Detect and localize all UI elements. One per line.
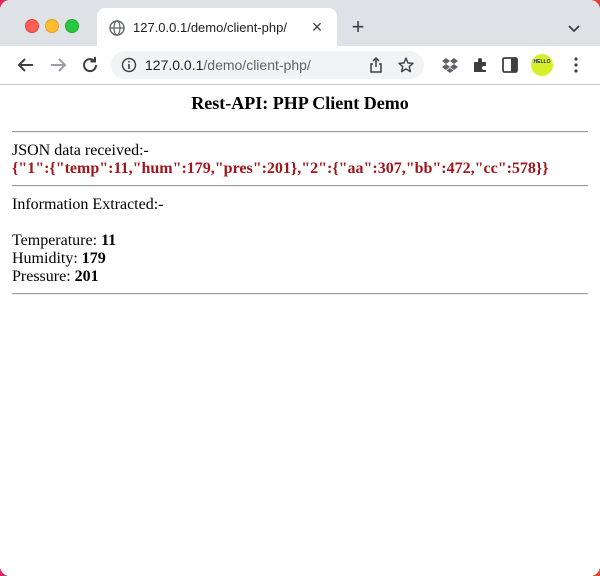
avatar-label: HELLO <box>533 59 551 65</box>
humidity-value: 179 <box>81 250 106 267</box>
tab-strip: 127.0.0.1/demo/client-php/ × + <box>0 0 600 46</box>
page-title: Rest-API: PHP Client Demo <box>191 93 409 113</box>
close-window-button[interactable] <box>25 19 39 33</box>
url-text[interactable]: 127.0.0.1/demo/client-php/ <box>145 57 311 73</box>
divider <box>12 131 588 133</box>
json-label: JSON data received:- <box>12 142 149 159</box>
dropbox-icon[interactable] <box>439 54 461 76</box>
tab-active[interactable]: 127.0.0.1/demo/client-php/ × <box>97 8 337 46</box>
more-menu-icon[interactable] <box>565 54 587 76</box>
back-arrow-icon[interactable] <box>15 54 37 76</box>
tab-title: 127.0.0.1/demo/client-php/ <box>133 20 287 35</box>
temperature-row: Temperature: 11 <box>12 232 116 250</box>
humidity-row: Humidity: 179 <box>12 250 106 268</box>
address-bar[interactable]: 127.0.0.1/demo/client-php/ <box>111 51 424 79</box>
share-icon[interactable] <box>367 56 385 74</box>
browser-window: 127.0.0.1/demo/client-php/ × + 127.0.0.1… <box>0 0 600 576</box>
divider <box>12 185 588 187</box>
browser-toolbar: 127.0.0.1/demo/client-php/ HELLO <box>0 46 600 85</box>
temperature-value: 11 <box>101 232 117 249</box>
humidity-label: Humidity: <box>12 250 82 267</box>
bookmark-star-icon[interactable] <box>397 56 415 74</box>
forward-arrow-icon[interactable] <box>47 54 69 76</box>
pressure-label: Pressure: <box>12 268 75 285</box>
maximize-window-button[interactable] <box>65 19 79 33</box>
new-tab-button[interactable]: + <box>346 16 370 40</box>
close-tab-icon[interactable]: × <box>307 17 327 37</box>
info-icon[interactable] <box>121 57 137 73</box>
chevron-down-icon[interactable] <box>566 20 582 36</box>
pressure-value: 201 <box>74 268 99 285</box>
url-path: /demo/client-php/ <box>203 57 311 73</box>
page-content: Rest-API: PHP Client Demo JSON data rece… <box>0 85 600 576</box>
pressure-row: Pressure: 201 <box>12 268 99 286</box>
extensions-puzzle-icon[interactable] <box>469 54 491 76</box>
reload-icon[interactable] <box>79 54 101 76</box>
temperature-label: Temperature: <box>12 232 102 249</box>
json-data: {"1":{"temp":11,"hum":179,"pres":201},"2… <box>12 160 549 177</box>
globe-icon <box>109 20 125 36</box>
divider <box>12 293 588 295</box>
url-host: 127.0.0.1 <box>145 57 204 73</box>
info-label: Information Extracted:- <box>12 196 164 213</box>
profile-avatar[interactable]: HELLO <box>531 54 553 76</box>
minimize-window-button[interactable] <box>45 19 59 33</box>
side-panel-icon[interactable] <box>499 54 521 76</box>
